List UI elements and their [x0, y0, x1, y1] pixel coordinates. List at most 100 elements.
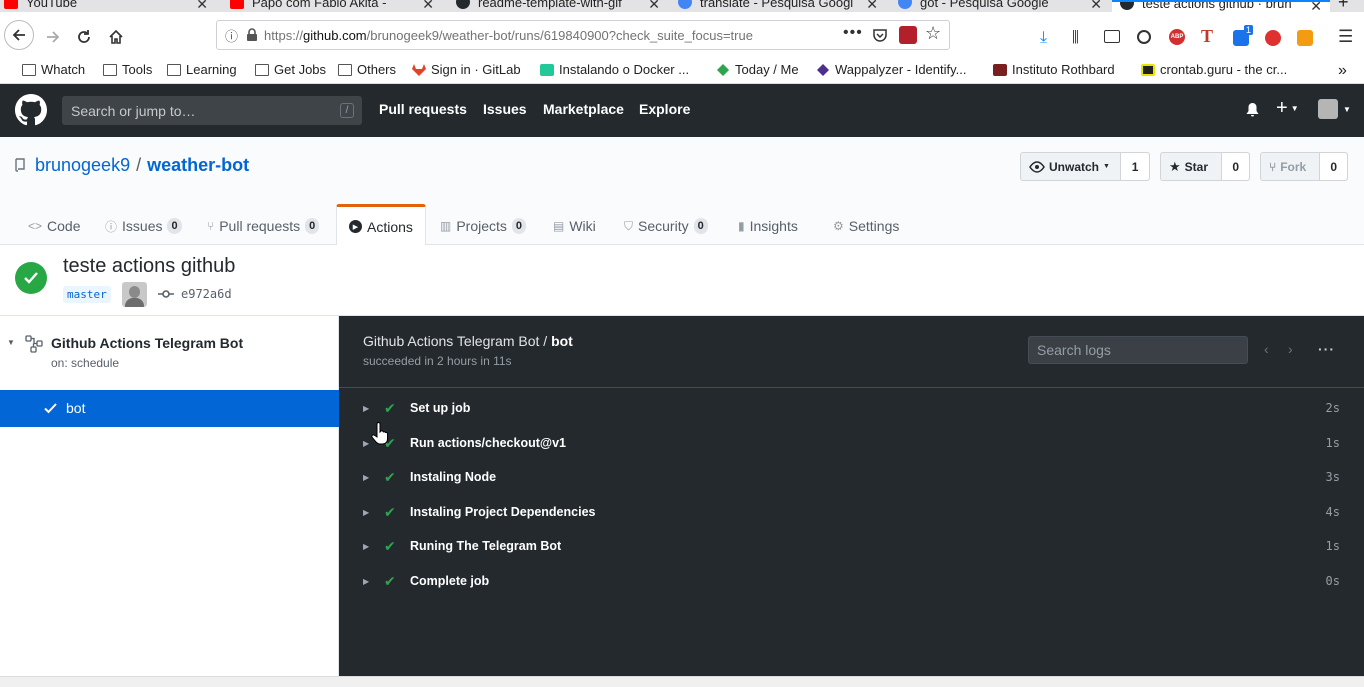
nav-pull-requests[interactable]: Pull requests — [379, 101, 467, 117]
log-step[interactable]: ▶ ✔ Instaling Node 3s — [339, 460, 1364, 494]
info-icon[interactable]: ⓘ — [225, 26, 238, 45]
bookmark-item[interactable]: Today / Me — [716, 62, 799, 77]
tab-security[interactable]: ⛉ Security 0 — [624, 207, 708, 245]
back-button[interactable] — [4, 20, 34, 50]
bookmark-folder[interactable]: Get Jobs — [255, 62, 326, 77]
browser-tab[interactable]: got - Pesquisa Google ✕ — [898, 0, 1110, 12]
close-tab-icon[interactable]: ✕ — [196, 0, 208, 12]
chevron-right-icon[interactable]: › — [1288, 341, 1293, 357]
breadcrumb-separator: / — [136, 155, 142, 175]
close-tab-icon[interactable]: ✕ — [1090, 0, 1102, 12]
tab-insights[interactable]: ▮ Insights — [738, 207, 798, 245]
bookmark-item[interactable]: Instalando o Docker ... — [540, 62, 689, 77]
log-step[interactable]: ▶ ✔ Set up job 2s — [339, 391, 1364, 425]
nav-explore[interactable]: Explore — [639, 101, 690, 117]
browser-tab[interactable]: readme-template-with-gif ✕ — [452, 0, 668, 12]
expand-caret-icon[interactable]: ▶ — [363, 404, 369, 413]
tab-projects[interactable]: ▥ Projects 0 — [440, 207, 527, 245]
red-extension-icon[interactable] — [1265, 30, 1281, 46]
close-tab-icon[interactable]: ✕ — [1310, 2, 1322, 12]
collapse-caret-icon[interactable]: ▼ — [7, 338, 15, 347]
log-step[interactable]: ▶ ✔ Run actions/checkout@v1 1s — [339, 426, 1364, 460]
tab-wiki[interactable]: ▤ Wiki — [553, 207, 596, 245]
kebab-menu-icon[interactable]: ··· — [1318, 341, 1335, 357]
fork-button[interactable]: ⑂ Fork — [1261, 153, 1321, 180]
hamburger-menu-icon[interactable]: ☰ — [1338, 27, 1353, 47]
bookmark-folder[interactable]: Tools — [103, 62, 152, 77]
bookmark-item[interactable]: crontab.guru - the cr... — [1141, 62, 1287, 77]
browser-tab[interactable]: Papo com Fabio Akita - ✕ — [226, 0, 444, 12]
lock-icon[interactable] — [246, 28, 258, 42]
log-step[interactable]: ▶ ✔ Runing The Telegram Bot 1s — [339, 529, 1364, 563]
browser-bottom-edge — [0, 676, 1364, 687]
translate-extension-icon[interactable]: T — [1201, 26, 1213, 47]
expand-caret-icon[interactable]: ▶ — [363, 439, 369, 448]
commit-sha-link[interactable]: e972a6d — [181, 287, 232, 301]
chevron-left-icon[interactable]: ‹ — [1264, 341, 1269, 357]
sidebar-toggle-icon[interactable] — [1104, 30, 1120, 43]
chevron-double-right-icon: » — [1338, 62, 1347, 79]
bookmark-item[interactable]: Sign in · GitLab — [412, 62, 521, 77]
home-button[interactable] — [101, 22, 131, 52]
expand-caret-icon[interactable]: ▶ — [363, 508, 369, 517]
account-icon[interactable] — [1137, 30, 1151, 44]
docker-icon — [540, 63, 554, 76]
expand-caret-icon[interactable]: ▶ — [363, 577, 369, 586]
star-count[interactable]: 0 — [1222, 153, 1249, 180]
repo-owner-link[interactable]: brunogeek9 — [35, 155, 130, 176]
reload-button[interactable] — [69, 22, 99, 52]
bookmark-folder[interactable]: Whatch — [22, 62, 85, 77]
repo-name-link[interactable]: weather-bot — [147, 155, 249, 176]
tab-code[interactable]: <> Code — [28, 207, 80, 245]
bookmark-star-icon[interactable]: ☆ — [925, 23, 941, 44]
search-input[interactable]: Search or jump to… / — [62, 96, 362, 125]
expand-caret-icon[interactable]: ▶ — [363, 473, 369, 482]
close-tab-icon[interactable]: ✕ — [866, 0, 878, 12]
star-button[interactable]: ★ Star — [1161, 153, 1223, 180]
bell-icon[interactable] — [1245, 102, 1260, 118]
rss-icon[interactable] — [1297, 30, 1313, 46]
nav-issues[interactable]: Issues — [483, 101, 527, 117]
browser-tab[interactable]: YouTube ✕ — [0, 0, 216, 12]
tab-pull-requests[interactable]: ⑂ Pull requests 0 — [207, 207, 320, 245]
wappalyzer-icon — [817, 63, 829, 76]
bookmark-item[interactable]: Instituto Rothbard — [993, 62, 1115, 77]
user-menu-dropdown[interactable]: ▼ — [1318, 99, 1351, 119]
browser-tab[interactable]: translate - Pesquisa Googl ✕ — [676, 0, 886, 12]
close-tab-icon[interactable]: ✕ — [648, 0, 660, 12]
bookmark-item[interactable]: Wappalyzer - Identify... — [816, 62, 967, 77]
page-actions-icon[interactable]: ••• — [843, 24, 863, 42]
url-bar[interactable]: ⓘ https://github.com/brunogeek9/weather-… — [216, 20, 950, 50]
nav-marketplace[interactable]: Marketplace — [543, 101, 624, 117]
fork-count[interactable]: 0 — [1320, 153, 1347, 180]
lastpass-extension-icon[interactable] — [899, 26, 917, 44]
tab-settings[interactable]: ⚙ Settings — [833, 207, 899, 245]
issue-icon: ⓘ — [105, 219, 118, 234]
commit-icon — [158, 290, 174, 298]
job-item-bot[interactable]: bot — [0, 390, 339, 427]
branch-label[interactable]: master — [63, 286, 111, 303]
adblock-plus-icon[interactable]: ABP — [1169, 29, 1185, 45]
tab-actions[interactable]: ▶ Actions — [336, 204, 426, 246]
browser-tab-active[interactable]: teste actions github · brun ✕ — [1112, 0, 1330, 12]
unwatch-button[interactable]: Unwatch ▼ — [1021, 153, 1122, 180]
watch-count[interactable]: 1 — [1121, 153, 1149, 180]
expand-caret-icon[interactable]: ▶ — [363, 542, 369, 551]
log-step[interactable]: ▶ ✔ Instaling Project Dependencies 4s — [339, 495, 1364, 529]
download-icon[interactable]: ⤓ — [1040, 29, 1047, 47]
tab-issues[interactable]: ⓘ Issues 0 — [105, 207, 182, 245]
create-new-dropdown[interactable]: + ▼ — [1276, 98, 1299, 118]
bookmark-folder[interactable]: Learning — [167, 62, 237, 77]
new-tab-button[interactable]: + — [1338, 0, 1364, 12]
more-bookmarks-button[interactable]: » — [1338, 62, 1347, 80]
workflow-name[interactable]: Github Actions Telegram Bot — [51, 335, 243, 351]
pocket-icon[interactable] — [872, 27, 888, 43]
forward-button[interactable] — [38, 22, 68, 52]
close-tab-icon[interactable]: ✕ — [422, 0, 434, 12]
log-step[interactable]: ▶ ✔ Complete job 0s — [339, 564, 1364, 598]
search-logs-input[interactable]: Search logs — [1028, 336, 1248, 364]
github-logo-icon[interactable] — [15, 94, 47, 126]
avatar[interactable] — [122, 282, 147, 307]
library-icon[interactable]: ⫼ — [1072, 29, 1079, 46]
bookmark-folder[interactable]: Others — [338, 62, 396, 77]
